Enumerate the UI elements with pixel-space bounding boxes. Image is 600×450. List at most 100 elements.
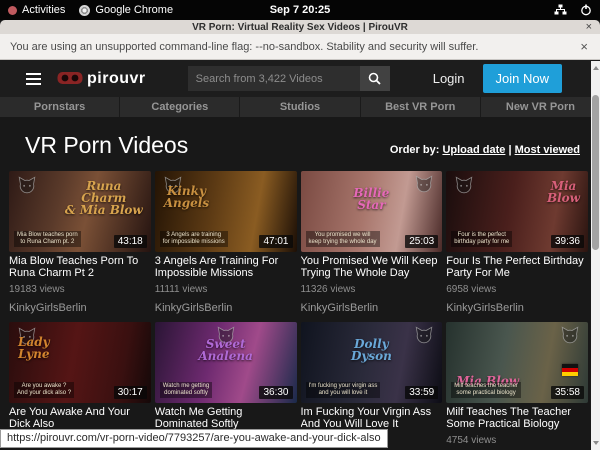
duration-badge: 36:30 <box>259 386 292 399</box>
video-title[interactable]: You Promised We Will Keep Trying The Who… <box>301 255 443 279</box>
join-now-button[interactable]: Join Now <box>483 64 562 93</box>
infobar-close-icon[interactable]: × <box>580 39 588 54</box>
menu-item-categories[interactable]: Categories <box>119 97 239 117</box>
thumb-caption: 3 Angels are training for impossible mis… <box>160 231 228 247</box>
thumb-caption: You promised we will keep trying the who… <box>306 231 380 247</box>
activities-label: Activities <box>22 4 65 16</box>
video-title[interactable]: Im Fucking Your Virgin Ass And You Will … <box>301 406 443 430</box>
video-card[interactable]: Billie Star You promised we will keep tr… <box>301 171 443 322</box>
web-page: pirouvr Login Join Now Pornstars Categor… <box>0 60 600 450</box>
video-views: 11111 views <box>155 284 297 295</box>
thumb-caption: I'm fucking your virgin ass and you will… <box>306 382 381 398</box>
browser-tab-title: VR Porn: Virtual Reality Sex Videos | Pi… <box>192 22 408 33</box>
order-by: Order by: Upload date | Most viewed <box>390 144 580 156</box>
order-by-separator: | <box>505 144 514 156</box>
activities-button[interactable]: Activities <box>8 4 65 16</box>
search-box <box>188 66 390 91</box>
order-by-upload-date-link[interactable]: Upload date <box>442 144 505 156</box>
site-logo[interactable]: pirouvr <box>57 70 146 88</box>
thumb-caption: Mia Blow teaches porn to Runa Charm pt. … <box>14 231 81 247</box>
video-title[interactable]: Watch Me Getting Dominated Softly <box>155 406 297 430</box>
thumb-overlay-name: Lady Lyne <box>18 336 50 360</box>
menu-item-studios[interactable]: Studios <box>239 97 359 117</box>
duration-badge: 33:59 <box>405 386 438 399</box>
chrome-infobar: You are using an unsupported command-lin… <box>0 34 600 60</box>
video-grid: Runa Charm & Mia Blow Mia Blow teaches p… <box>0 171 600 450</box>
video-title[interactable]: Four Is The Perfect Birthday Party For M… <box>446 255 588 279</box>
video-title[interactable]: Milf Teaches The Teacher Some Practical … <box>446 406 588 430</box>
video-thumbnail[interactable]: Billie Star You promised we will keep tr… <box>301 171 443 252</box>
duration-badge: 35:58 <box>551 386 584 399</box>
scrollbar[interactable] <box>591 61 600 450</box>
video-views: 4754 views <box>446 435 588 446</box>
duration-badge: 43:18 <box>114 235 147 248</box>
video-studio-link[interactable]: KinkyGirlsBerlin <box>155 302 297 314</box>
video-views: 11326 views <box>301 284 443 295</box>
page-title: VR Porn Videos <box>25 132 188 159</box>
video-views: 19183 views <box>9 284 151 295</box>
app-menu-button[interactable]: Google Chrome <box>79 4 173 16</box>
menu-item-pornstars[interactable]: Pornstars <box>0 97 119 117</box>
order-by-label: Order by: <box>390 144 440 156</box>
studio-cat-mask-icon <box>17 176 37 194</box>
activities-icon <box>8 6 17 15</box>
thumb-overlay-name: Dolly Dyson <box>301 338 443 362</box>
app-menu-label: Google Chrome <box>95 4 173 16</box>
duration-badge: 25:03 <box>405 235 438 248</box>
order-by-most-viewed-link[interactable]: Most viewed <box>515 144 580 156</box>
video-studio-link[interactable]: KinkyGirlsBerlin <box>446 302 588 314</box>
thumb-overlay-name: Runa Charm & Mia Blow <box>65 180 143 216</box>
thumb-caption: Four is the perfect birthday party for m… <box>451 231 512 247</box>
thumb-overlay-name: Sweet Analena <box>155 338 297 362</box>
login-link[interactable]: Login <box>433 71 465 86</box>
video-thumbnail[interactable]: Lady Lyne Are you awake ? And your dick … <box>9 322 151 403</box>
video-card[interactable]: Mia Blow Four is the perfect birthday pa… <box>446 171 588 322</box>
video-title[interactable]: 3 Angels Are Training For Impossible Mis… <box>155 255 297 279</box>
network-icon[interactable] <box>554 4 567 16</box>
video-card[interactable]: Mia Blow Milf teaches the teacher some p… <box>446 322 588 450</box>
browser-title-bar: VR Porn: Virtual Reality Sex Videos | Pi… <box>0 20 600 34</box>
german-flag-icon <box>562 364 578 376</box>
video-views: 6958 views <box>446 284 588 295</box>
video-thumbnail[interactable]: Mia Blow Four is the perfect birthday pa… <box>446 171 588 252</box>
infobar-message: You are using an unsupported command-lin… <box>10 41 478 53</box>
video-thumbnail[interactable]: Kinky Angels 3 Angels are training for i… <box>155 171 297 252</box>
video-studio-link[interactable]: KinkyGirlsBerlin <box>9 302 151 314</box>
duration-badge: 39:36 <box>551 235 584 248</box>
scroll-up-arrow-icon[interactable] <box>593 66 599 70</box>
video-card[interactable]: Runa Charm & Mia Blow Mia Blow teaches p… <box>9 171 151 322</box>
logo-text: pirouvr <box>87 70 146 88</box>
power-icon[interactable] <box>580 4 592 16</box>
video-thumbnail[interactable]: Mia Blow Milf teaches the teacher some p… <box>446 322 588 403</box>
video-studio-link[interactable]: KinkyGirlsBerlin <box>301 302 443 314</box>
thumb-overlay-name: Billie Star <box>301 187 443 211</box>
thumb-overlay-name: Mia Blow <box>547 180 580 204</box>
thumb-overlay-name: Kinky Angels <box>164 185 209 209</box>
system-top-bar: Activities Google Chrome Sep 7 20:25 <box>0 0 600 20</box>
search-input[interactable] <box>188 66 360 91</box>
page-header: VR Porn Videos Order by: Upload date | M… <box>0 117 600 171</box>
scrollbar-thumb[interactable] <box>592 95 599 250</box>
chrome-icon <box>79 5 90 16</box>
tab-close-icon[interactable]: × <box>586 20 592 34</box>
thumb-caption: Watch me getting dominated softly <box>160 382 212 398</box>
menu-item-best-vr-porn[interactable]: Best VR Porn <box>360 97 480 117</box>
studio-cat-mask-icon <box>560 326 580 344</box>
duration-badge: 30:17 <box>114 386 147 399</box>
vr-goggles-icon <box>57 71 83 86</box>
site-navbar: pirouvr Login Join Now <box>0 60 600 97</box>
duration-badge: 47:01 <box>259 235 292 248</box>
video-title[interactable]: Mia Blow Teaches Porn To Runa Charm Pt 2 <box>9 255 151 279</box>
video-title[interactable]: Are You Awake And Your Dick Also <box>9 406 151 430</box>
video-thumbnail[interactable]: Runa Charm & Mia Blow Mia Blow teaches p… <box>9 171 151 252</box>
menu-item-new-vr-porn[interactable]: New VR Porn <box>480 97 600 117</box>
thumb-caption: Are you awake ? And your dick also ? <box>14 382 74 398</box>
video-card[interactable]: Kinky Angels 3 Angels are training for i… <box>155 171 297 322</box>
scroll-down-arrow-icon[interactable] <box>593 441 599 445</box>
main-menu: Pornstars Categories Studios Best VR Por… <box>0 97 600 117</box>
hamburger-menu-icon[interactable] <box>26 73 41 85</box>
search-button[interactable] <box>360 66 390 91</box>
search-icon <box>368 72 381 85</box>
video-thumbnail[interactable]: Sweet Analena Watch me getting dominated… <box>155 322 297 403</box>
video-thumbnail[interactable]: Dolly Dyson I'm fucking your virgin ass … <box>301 322 443 403</box>
